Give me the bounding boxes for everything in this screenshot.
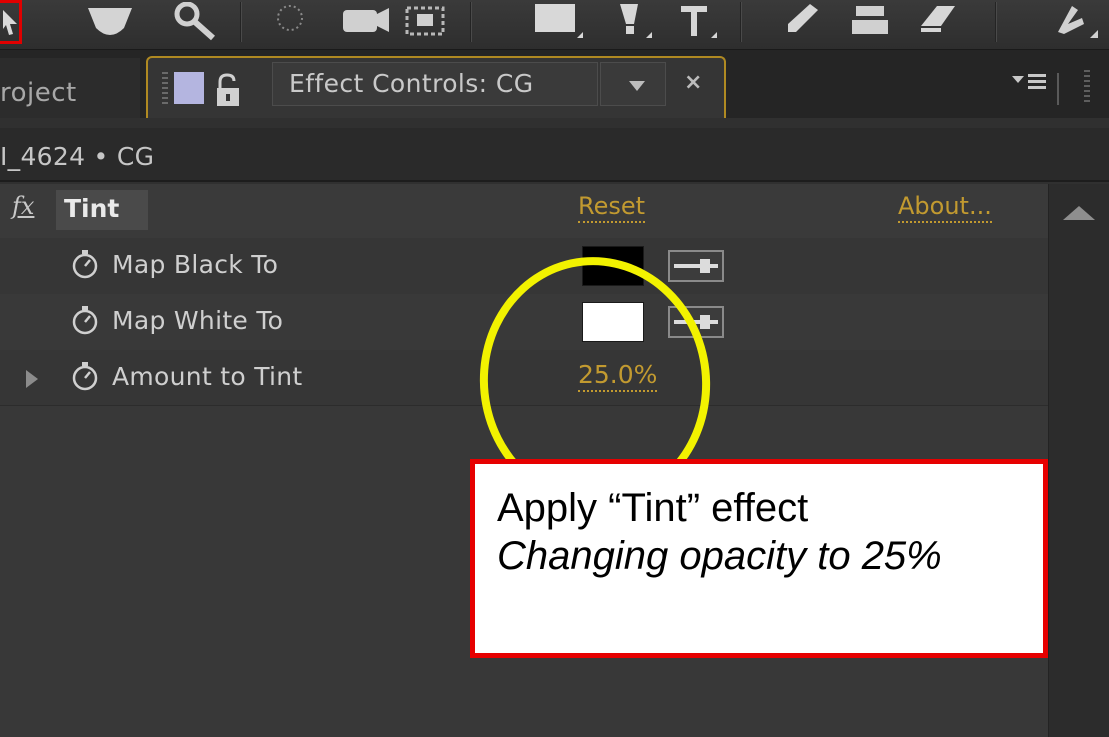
breadcrumb-text: I_4624 • CG bbox=[0, 142, 155, 171]
hand-tool-icon[interactable] bbox=[70, 0, 150, 44]
reset-link[interactable]: Reset bbox=[578, 192, 646, 223]
layer-dropdown-button[interactable] bbox=[600, 62, 1059, 106]
panel-grip-handle[interactable] bbox=[162, 72, 168, 106]
close-icon[interactable]: × bbox=[684, 70, 702, 95]
stopwatch-icon[interactable] bbox=[70, 360, 100, 396]
property-label: Map White To bbox=[112, 306, 284, 335]
property-label: Amount to Tint bbox=[112, 362, 303, 391]
tab-effect-controls[interactable]: Effect Controls: CG × bbox=[146, 56, 1059, 118]
screenshot-stage: roject Effect Controls: CG × I_4624 • CG… bbox=[0, 0, 1109, 737]
brush-tool-icon[interactable] bbox=[770, 0, 830, 44]
panel-tab-strip: roject Effect Controls: CG × bbox=[0, 50, 1109, 118]
chevron-down-icon bbox=[629, 81, 645, 91]
selection-highlight-frame bbox=[0, 0, 22, 44]
dropdown-divider bbox=[1057, 73, 1059, 105]
panel-menu-icon[interactable] bbox=[1010, 70, 1050, 98]
lock-icon[interactable] bbox=[214, 72, 242, 112]
eraser-tool-icon[interactable] bbox=[905, 0, 965, 44]
toolbar-separator bbox=[240, 2, 242, 42]
zoom-tool-icon[interactable] bbox=[160, 0, 230, 44]
vertical-scrollbar[interactable] bbox=[1048, 184, 1109, 737]
about-link[interactable]: About... bbox=[898, 192, 992, 223]
effect-name[interactable]: Tint bbox=[56, 190, 148, 230]
pen-tool-icon[interactable] bbox=[600, 0, 660, 44]
toolbar-separator bbox=[470, 2, 472, 42]
toolbar-separator bbox=[995, 2, 997, 42]
scroll-up-arrow-icon[interactable] bbox=[1063, 206, 1095, 220]
stopwatch-icon[interactable] bbox=[70, 248, 100, 284]
annotation-callout: Apply “Tint” effect Changing opacity to … bbox=[470, 459, 1048, 658]
camera-tool-icon[interactable] bbox=[335, 0, 395, 44]
rotation-tool-icon[interactable] bbox=[260, 0, 320, 44]
pan-behind-tool-icon[interactable] bbox=[395, 0, 455, 44]
callout-text-line1: Apply “Tint” effect bbox=[497, 486, 809, 530]
puppet-tool-icon[interactable] bbox=[1035, 0, 1105, 44]
tools-toolbar bbox=[0, 0, 1109, 50]
effect-controls-title: Effect Controls: CG bbox=[272, 62, 598, 106]
type-tool-icon[interactable] bbox=[665, 0, 725, 44]
twirl-expand-icon[interactable] bbox=[26, 370, 38, 388]
toolbar-separator bbox=[740, 2, 742, 42]
property-label: Map Black To bbox=[112, 250, 279, 279]
rectangle-tool-icon[interactable] bbox=[520, 0, 590, 44]
clone-stamp-tool-icon[interactable] bbox=[840, 0, 900, 44]
tab-project[interactable]: roject bbox=[0, 58, 140, 118]
breadcrumb: I_4624 • CG bbox=[0, 128, 1109, 182]
effect-header-row[interactable]: fx Tint Reset About... bbox=[0, 184, 1048, 240]
fx-toggle-icon[interactable]: fx bbox=[12, 192, 34, 220]
label-color-swatch[interactable] bbox=[174, 72, 204, 104]
stopwatch-icon[interactable] bbox=[70, 304, 100, 340]
panel-grip-handle[interactable] bbox=[1084, 70, 1090, 104]
eyedropper-icon[interactable] bbox=[668, 250, 724, 282]
tab-project-label: roject bbox=[0, 78, 77, 108]
callout-text-line2: Changing opacity to 25% bbox=[497, 534, 942, 578]
